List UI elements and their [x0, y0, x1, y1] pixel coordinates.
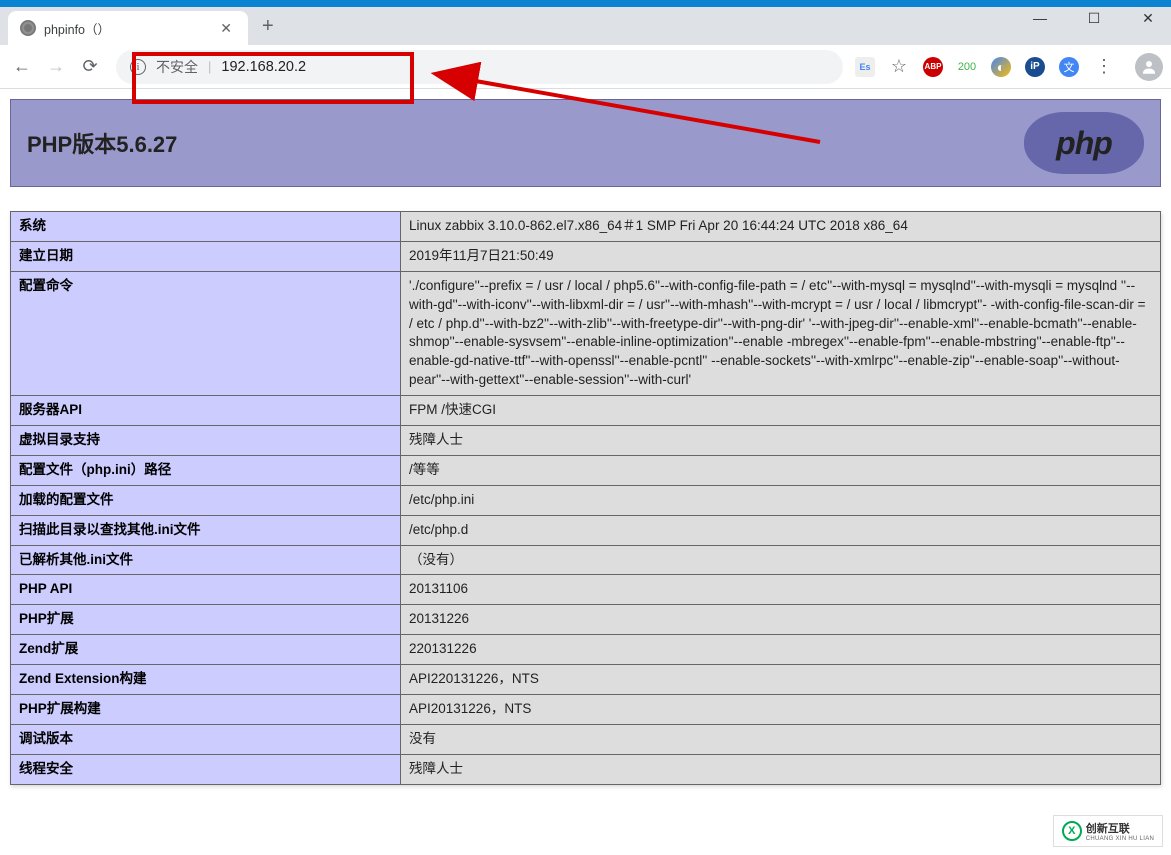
tab-title: phpinfo（）: [44, 19, 208, 38]
extension-counter[interactable]: 200: [957, 57, 977, 77]
extension-icons: Es ☆ ABP 200 ◐ iP 文 ⋮: [855, 56, 1123, 77]
toolbar: ← → ⟳ i 不安全 | 192.168.20.2 Es ☆ ABP 200 …: [0, 45, 1171, 89]
table-row: 加载的配置文件/etc/php.ini: [11, 485, 1161, 515]
adblock-icon[interactable]: ABP: [923, 57, 943, 77]
config-value: 残障人士: [401, 426, 1161, 456]
config-value: （没有）: [401, 545, 1161, 575]
bookmark-star-icon[interactable]: ☆: [889, 57, 909, 77]
window-controls: — ☐ ✕: [1023, 10, 1165, 27]
table-row: PHP API20131106: [11, 575, 1161, 605]
config-key: 系统: [11, 212, 401, 242]
config-value: 220131226: [401, 635, 1161, 665]
php-header: PHP版本5.6.27 php: [10, 99, 1161, 187]
page-content[interactable]: PHP版本5.6.27 php 系统Linux zabbix 3.10.0-86…: [0, 89, 1171, 855]
browser-tab[interactable]: phpinfo（） ✕: [8, 11, 248, 45]
php-logo-text: php: [1056, 125, 1112, 162]
tab-bar: phpinfo（） ✕ + — ☐ ✕: [0, 7, 1171, 45]
config-key: PHP扩展: [11, 605, 401, 635]
table-row: 扫描此目录以查找其他.ini文件/etc/php.d: [11, 515, 1161, 545]
titlebar: [0, 0, 1171, 7]
config-value: API20131226，NTS: [401, 695, 1161, 725]
config-value: /etc/php.d: [401, 515, 1161, 545]
table-row: 配置文件（php.ini）路径/等等: [11, 455, 1161, 485]
table-row: PHP扩展构建API20131226，NTS: [11, 695, 1161, 725]
table-row: 系统Linux zabbix 3.10.0-862.el7.x86_64＃1 S…: [11, 212, 1161, 242]
translate-ext-icon[interactable]: 文: [1059, 57, 1079, 77]
back-button[interactable]: ←: [8, 53, 36, 81]
config-value: './configure''--prefix = / usr / local /…: [401, 271, 1161, 395]
security-label: 不安全: [156, 57, 198, 77]
forward-button[interactable]: →: [42, 53, 70, 81]
translate-icon[interactable]: Es: [855, 57, 875, 77]
config-value: 残障人士: [401, 754, 1161, 784]
watermark-text: 创新互联: [1086, 820, 1154, 836]
config-key: 配置文件（php.ini）路径: [11, 455, 401, 485]
table-row: 已解析其他.ini文件（没有）: [11, 545, 1161, 575]
config-value: /等等: [401, 455, 1161, 485]
config-value: 20131226: [401, 605, 1161, 635]
watermark: X 创新互联 CHUANG XIN HU LIAN: [1053, 815, 1163, 847]
config-key: Zend扩展: [11, 635, 401, 665]
tab-close-button[interactable]: ✕: [216, 18, 236, 39]
config-key: 扫描此目录以查找其他.ini文件: [11, 515, 401, 545]
config-key: PHP API: [11, 575, 401, 605]
phpinfo-table: 系统Linux zabbix 3.10.0-862.el7.x86_64＃1 S…: [10, 211, 1161, 785]
config-value: API220131226，NTS: [401, 665, 1161, 695]
browser-ext-icon[interactable]: ◐: [991, 57, 1011, 77]
watermark-subtext: CHUANG XIN HU LIAN: [1086, 836, 1154, 842]
new-tab-button[interactable]: +: [248, 15, 288, 38]
table-row: 建立日期2019年11月7日21:50:49: [11, 241, 1161, 271]
table-row: PHP扩展20131226: [11, 605, 1161, 635]
page-title: PHP版本5.6.27: [27, 127, 177, 159]
config-key: 建立日期: [11, 241, 401, 271]
profile-avatar[interactable]: [1135, 53, 1163, 81]
minimize-button[interactable]: —: [1023, 10, 1057, 27]
php-logo: php: [1024, 112, 1144, 174]
extensions-menu-icon[interactable]: ⋮: [1093, 56, 1115, 77]
separator: |: [208, 59, 211, 74]
config-key: 调试版本: [11, 724, 401, 754]
table-row: 调试版本没有: [11, 724, 1161, 754]
url-text: 192.168.20.2: [221, 59, 306, 75]
window-close-button[interactable]: ✕: [1131, 10, 1165, 27]
config-key: 服务器API: [11, 396, 401, 426]
config-value: 20131106: [401, 575, 1161, 605]
config-key: 配置命令: [11, 271, 401, 395]
table-row: 配置命令'./configure''--prefix = / usr / loc…: [11, 271, 1161, 395]
config-value: /etc/php.ini: [401, 485, 1161, 515]
table-row: 虚拟目录支持残障人士: [11, 426, 1161, 456]
config-key: 已解析其他.ini文件: [11, 545, 401, 575]
ip-ext-icon[interactable]: iP: [1025, 57, 1045, 77]
info-icon[interactable]: i: [130, 59, 146, 75]
table-row: Zend Extension构建API220131226，NTS: [11, 665, 1161, 695]
watermark-logo-icon: X: [1062, 821, 1082, 841]
table-row: Zend扩展220131226: [11, 635, 1161, 665]
config-value: 没有: [401, 724, 1161, 754]
table-row: 服务器APIFPM /快速CGI: [11, 396, 1161, 426]
config-key: 线程安全: [11, 754, 401, 784]
config-value: 2019年11月7日21:50:49: [401, 241, 1161, 271]
reload-button[interactable]: ⟳: [76, 53, 104, 81]
favicon-icon: [20, 20, 36, 36]
config-key: Zend Extension构建: [11, 665, 401, 695]
config-value: Linux zabbix 3.10.0-862.el7.x86_64＃1 SMP…: [401, 212, 1161, 242]
address-bar[interactable]: i 不安全 | 192.168.20.2: [116, 50, 843, 84]
table-row: 线程安全残障人士: [11, 754, 1161, 784]
config-key: 虚拟目录支持: [11, 426, 401, 456]
config-value: FPM /快速CGI: [401, 396, 1161, 426]
config-key: PHP扩展构建: [11, 695, 401, 725]
maximize-button[interactable]: ☐: [1077, 10, 1111, 27]
config-key: 加载的配置文件: [11, 485, 401, 515]
